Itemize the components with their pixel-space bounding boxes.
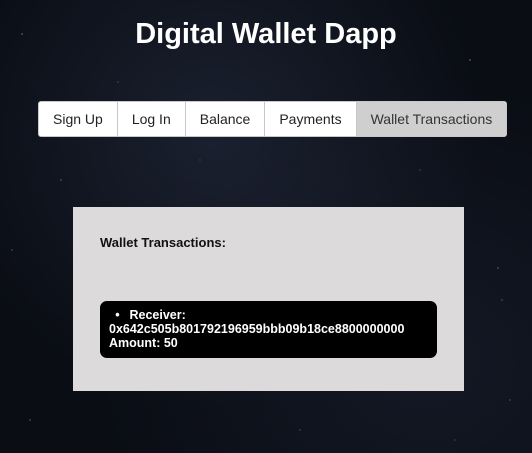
bullet-icon: •: [115, 308, 120, 322]
receiver-label: Receiver:: [129, 308, 186, 322]
tab-log-in[interactable]: Log In: [117, 102, 186, 136]
transaction-item: • Receiver: 0x642c505b801792196959bbb09b…: [109, 308, 428, 350]
tab-wallet-transactions[interactable]: Wallet Transactions: [356, 102, 507, 136]
main-tabs: Sign Up Log In Balance Payments Wallet T…: [38, 101, 508, 137]
wallet-transactions-panel: Wallet Transactions: • Receiver: 0x642c5…: [73, 207, 464, 391]
panel-heading: Wallet Transactions:: [100, 235, 226, 250]
app-title: Digital Wallet Dapp: [135, 18, 397, 50]
amount-value: 50: [163, 336, 178, 350]
tab-balance[interactable]: Balance: [185, 102, 266, 136]
receiver-label-row: • Receiver:: [109, 308, 428, 322]
transaction-list: • Receiver: 0x642c505b801792196959bbb09b…: [100, 301, 437, 358]
amount-label: Amount:: [109, 336, 161, 350]
tab-payments[interactable]: Payments: [265, 102, 357, 136]
receiver-address: 0x642c505b801792196959bbb09b18ce88000000…: [109, 322, 405, 336]
amount-row: Amount: 50: [109, 336, 428, 350]
tab-sign-up[interactable]: Sign Up: [39, 102, 118, 136]
